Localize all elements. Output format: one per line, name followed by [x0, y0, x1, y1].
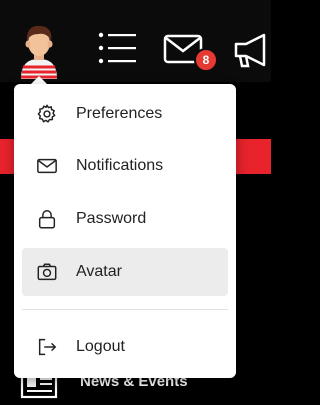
- user-avatar[interactable]: [17, 23, 61, 79]
- menu-item-preferences[interactable]: Preferences: [22, 90, 228, 138]
- menu-item-label: Password: [76, 210, 147, 227]
- notification-count-badge: 8: [194, 48, 218, 72]
- gear-icon: [36, 103, 58, 125]
- menu-item-label: Logout: [76, 338, 125, 355]
- menu-icon[interactable]: [96, 30, 138, 66]
- user-dropdown-menu: Preferences Notifications Password Avata…: [14, 84, 236, 378]
- menu-item-notifications[interactable]: Notifications: [22, 142, 228, 190]
- menu-item-password[interactable]: Password: [22, 195, 228, 243]
- menu-item-avatar[interactable]: Avatar: [22, 248, 228, 296]
- menu-item-label: Notifications: [76, 157, 164, 174]
- menu-item-logout[interactable]: Logout: [22, 323, 228, 371]
- camera-icon: [36, 261, 58, 283]
- menu-item-label: Preferences: [76, 105, 163, 122]
- top-bar: 8: [0, 0, 271, 82]
- envelope-icon: [36, 155, 58, 177]
- menu-divider: [22, 309, 228, 310]
- lock-icon: [36, 208, 58, 230]
- menu-item-label: Avatar: [76, 263, 122, 280]
- megaphone-icon[interactable]: [230, 32, 271, 70]
- logout-icon: [36, 336, 58, 358]
